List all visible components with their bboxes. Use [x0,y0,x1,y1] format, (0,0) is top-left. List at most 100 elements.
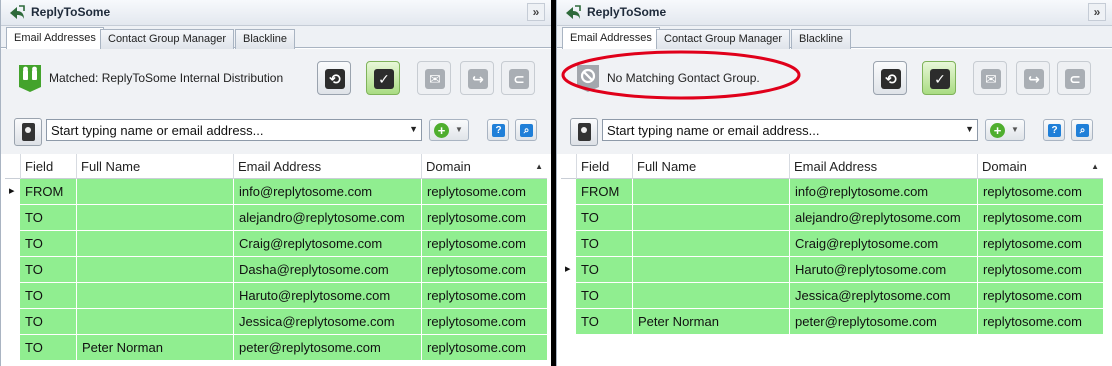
check-recipients-button[interactable]: ✓ [366,61,400,95]
chevron-down-icon[interactable]: ▼ [965,124,974,134]
cell-domain: replytosome.com [421,179,547,204]
envelope-icon: ✉ [425,69,445,89]
grid-header: Field Full Name Email Address Domain ▲ [561,154,1103,179]
attach-button[interactable]: ⊂ [1057,61,1091,95]
address-book-icon [22,123,35,141]
refresh-icon: ⟲ [325,69,345,89]
cell-domain: replytosome.com [421,283,547,308]
column-header-domain[interactable]: Domain ▲ [977,154,1103,179]
collapse-pane-button[interactable]: » [527,3,545,21]
pane-title-bar: ReplyToSome » [1,0,551,26]
tab-blackline[interactable]: Blackline [791,29,852,49]
cell-field: TO [581,314,599,329]
envelope-icon: ✉ [981,69,1001,89]
row-indicator [561,205,576,231]
attach-button[interactable]: ⊂ [501,61,535,95]
row-indicator [561,231,576,257]
column-header-domain-label: Domain [426,159,471,174]
search-button[interactable]: ⌕ [1071,119,1093,141]
forward-arrow-icon: ↪ [468,69,488,89]
cell-email: alejandro@replytosome.com [789,205,977,230]
recipient-search-input[interactable] [603,120,977,140]
cell-full-name [76,231,233,256]
dropdown-arrow-icon[interactable]: ▼ [455,125,463,134]
cell-full-name [632,205,789,230]
row-indicator [561,309,576,335]
cell-field: TO [25,262,43,277]
forward-button[interactable]: ↪ [1016,61,1050,95]
column-header-email-address[interactable]: Email Address [233,154,421,179]
email-button[interactable]: ✉ [417,61,451,95]
row-indicator [5,231,20,257]
row-cells: TO Craig@replytosome.com replytosome.com [576,231,1103,257]
collapse-pane-button[interactable]: » [1088,3,1106,21]
cell-full-name [632,283,789,308]
group-match-status: Matched: ReplyToSome Internal Distributi… [49,71,284,85]
recipient-search-box[interactable]: ▼ [602,119,978,141]
tab-blackline[interactable]: Blackline [235,29,296,49]
column-header-domain[interactable]: Domain ▲ [421,154,547,179]
cell-full-name: Peter Norman [632,309,789,334]
row-cells: FROM info@replytosome.com replytosome.co… [20,179,547,205]
forward-button[interactable]: ↪ [460,61,494,95]
column-header-field[interactable]: Field [20,154,76,179]
cell-domain: replytosome.com [421,257,547,282]
cell-email: Jessica@replytosome.com [233,309,421,334]
address-book-button[interactable] [570,118,598,146]
tab-email-addresses[interactable]: Email Addresses [6,27,104,49]
sort-ascending-icon: ▲ [1091,162,1099,171]
address-book-button[interactable] [14,118,42,146]
reply-to-some-pane-left: ReplyToSome » Email Addresses Contact Gr… [0,0,551,366]
row-indicator [5,257,20,283]
dropdown-arrow-icon[interactable]: ▼ [1011,125,1019,134]
refresh-button[interactable]: ⟲ [873,61,907,95]
help-icon: ? [1048,124,1061,137]
pane-title-bar: ReplyToSome » [557,0,1112,26]
add-recipient-button[interactable]: + ▼ [985,119,1025,141]
chevron-down-icon[interactable]: ▼ [409,124,418,134]
row-cells: TO Haruto@replytosome.com replytosome.co… [576,257,1103,283]
cell-email: Dasha@replytosome.com [233,257,421,282]
cell-email: Jessica@replytosome.com [789,283,977,308]
pane-title: ReplyToSome [31,5,111,19]
refresh-button[interactable]: ⟲ [317,61,351,95]
address-book-icon [578,123,591,141]
cell-email: peter@replytosome.com [233,335,421,360]
paperclip-icon: ⊂ [509,69,529,89]
column-header-field[interactable]: Field [576,154,632,179]
cell-email: Haruto@replytosome.com [789,257,977,282]
column-header-full-name[interactable]: Full Name [76,154,233,179]
column-header-email-address[interactable]: Email Address [789,154,977,179]
column-header-full-name[interactable]: Full Name [632,154,789,179]
row-cells: TO Jessica@replytosome.com replytosome.c… [20,309,547,335]
help-button[interactable]: ? [1043,119,1065,141]
no-match-icon [577,65,599,92]
status-toolbar: Matched: ReplyToSome Internal Distributi… [1,49,551,107]
search-button[interactable]: ⌕ [515,119,537,141]
row-cells: FROM info@replytosome.com replytosome.co… [576,179,1103,205]
cell-full-name [632,231,789,256]
tab-email-addresses[interactable]: Email Addresses [562,27,660,49]
recipient-search-input[interactable] [47,120,421,140]
search-toolbar: ▼ + ▼ ? ⌕ [1,107,551,154]
cell-field: TO [25,210,43,225]
cell-domain: replytosome.com [977,257,1103,282]
cell-email: peter@replytosome.com [789,309,977,334]
recipient-search-box[interactable]: ▼ [46,119,422,141]
cell-full-name [76,179,233,204]
column-header-domain-label: Domain [982,159,1027,174]
help-icon: ? [492,124,505,137]
cell-field: TO [581,236,599,251]
email-button[interactable]: ✉ [973,61,1007,95]
reply-arrow-icon [10,5,25,19]
cell-domain: replytosome.com [977,179,1103,204]
cell-email: info@replytosome.com [789,179,977,204]
tab-contact-group-manager[interactable]: Contact Group Manager [100,29,235,49]
add-recipient-button[interactable]: + ▼ [429,119,469,141]
cell-domain: replytosome.com [421,309,547,334]
tab-contact-group-manager[interactable]: Contact Group Manager [656,29,791,49]
cell-email: alejandro@replytosome.com [233,205,421,230]
check-recipients-button[interactable]: ✓ [922,61,956,95]
help-button[interactable]: ? [487,119,509,141]
refresh-icon: ⟲ [881,69,901,89]
